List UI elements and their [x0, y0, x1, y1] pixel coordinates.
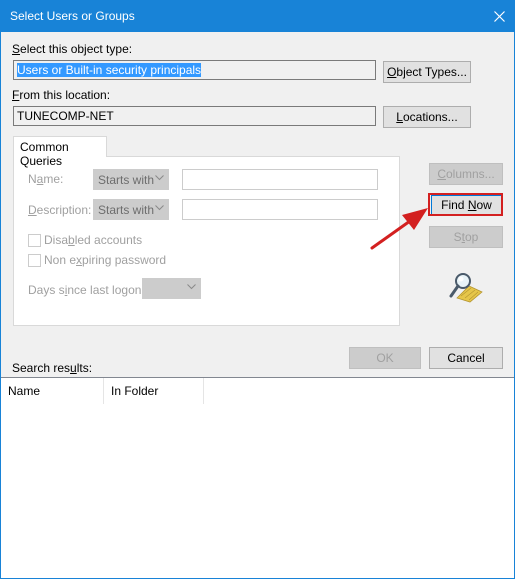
ok-button[interactable]: OK — [349, 347, 421, 369]
object-types-button[interactable]: Object Types... — [383, 61, 471, 83]
locations-button[interactable]: Locations... — [383, 106, 471, 128]
search-results-list[interactable]: Name In Folder — [1, 377, 514, 578]
location-label: From this location: — [12, 88, 111, 102]
location-field: TUNECOMP-NET — [13, 106, 376, 126]
description-mode-select[interactable]: Starts with — [93, 199, 169, 220]
disabled-accounts-checkbox[interactable] — [28, 234, 41, 247]
non-expiring-password-checkbox[interactable] — [28, 254, 41, 267]
name-mode-select[interactable]: Starts with — [93, 169, 169, 190]
name-mode-value: Starts with — [98, 173, 155, 187]
chevron-down-icon — [155, 205, 164, 211]
cancel-button[interactable]: Cancel — [429, 347, 503, 369]
description-query-label: Description: — [28, 203, 92, 217]
name-query-label: Name: — [28, 172, 64, 186]
select-users-dialog: Select Users or Groups Select this objec… — [0, 0, 515, 579]
common-queries-panel: Name: Starts with Description: Starts wi… — [13, 156, 400, 326]
column-header-name[interactable]: Name — [1, 378, 104, 404]
close-icon — [493, 11, 505, 22]
annotation-arrow-icon — [370, 208, 428, 250]
name-query-input[interactable] — [182, 169, 378, 190]
description-query-input[interactable] — [182, 199, 378, 220]
annotation-highlight-box — [428, 193, 503, 216]
columns-button[interactable]: Columns... — [429, 163, 503, 185]
tab-common-queries-label: Common Queries — [20, 140, 69, 168]
window-title: Select Users or Groups — [10, 9, 135, 23]
object-type-label: Select this object type: — [12, 42, 133, 56]
search-results-label: Search results: — [12, 361, 93, 375]
search-animation-icon — [449, 273, 483, 303]
title-bar[interactable]: Select Users or Groups — [1, 1, 514, 32]
column-header-in-folder[interactable]: In Folder — [104, 378, 204, 404]
disabled-accounts-label: Disabled accounts — [44, 233, 143, 247]
location-value: TUNECOMP-NET — [17, 109, 114, 123]
object-type-field[interactable]: Users or Built-in security principals — [13, 60, 376, 80]
description-mode-value: Starts with — [98, 203, 155, 217]
non-expiring-password-label: Non expiring password — [44, 253, 167, 267]
chevron-down-icon — [187, 284, 196, 290]
tab-common-queries[interactable]: Common Queries — [13, 136, 107, 168]
days-since-logon-select[interactable] — [142, 278, 201, 299]
stop-button[interactable]: Stop — [429, 226, 503, 248]
days-since-logon-label: Days since last logon: — [28, 283, 145, 297]
object-type-value: Users or Built-in security principals — [17, 63, 202, 77]
chevron-down-icon — [155, 175, 164, 181]
close-button[interactable] — [484, 1, 514, 32]
